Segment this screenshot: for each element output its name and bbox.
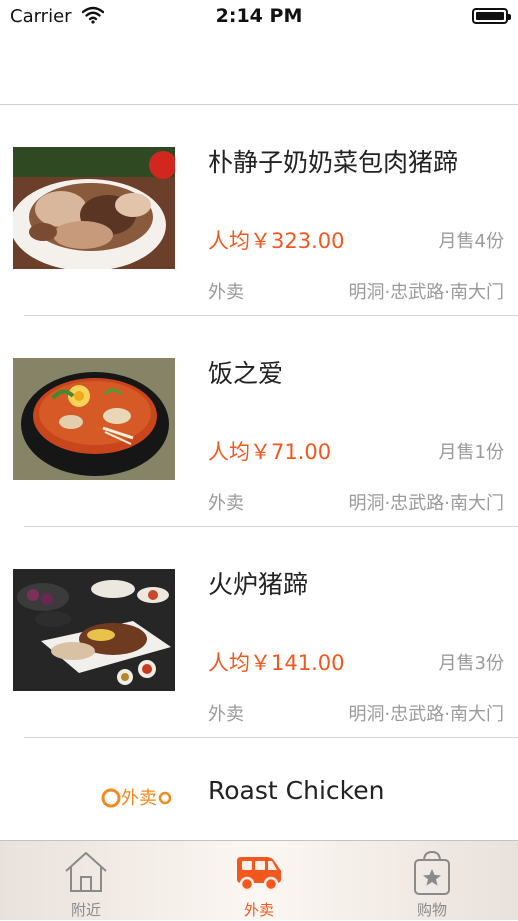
average-price: 人均￥71.00 xyxy=(208,440,332,464)
restaurant-area: 明洞·忠武路·南大门 xyxy=(348,493,504,514)
battery-icon xyxy=(472,8,511,24)
restaurant-name: Roast Chicken xyxy=(208,776,385,805)
restaurant-row[interactable]: 朴静子奶奶菜包肉猪蹄 人均￥323.00 月售4份 外卖 明洞·忠武路·南大门 xyxy=(0,105,518,316)
service-type: 外卖 xyxy=(208,493,244,514)
tab-shopping[interactable]: 购物 xyxy=(346,841,518,921)
navigation-bar xyxy=(0,34,518,105)
status-time: 2:14 PM xyxy=(215,5,303,27)
status-bar: Carrier 2:14 PM xyxy=(0,0,518,34)
average-price: 人均￥141.00 xyxy=(208,651,345,675)
bbq-platter-photo xyxy=(13,569,175,691)
monthly-sales: 月售4份 xyxy=(438,231,504,252)
restaurant-row[interactable]: 外卖 Roast Chicken xyxy=(0,738,518,840)
restaurant-list[interactable]: 朴静子奶奶菜包肉猪蹄 人均￥323.00 月售4份 外卖 明洞·忠武路·南大门 xyxy=(0,105,518,840)
restaurant-row[interactable]: 饭之爱 人均￥71.00 月售1份 外卖 明洞·忠武路·南大门 xyxy=(0,316,518,527)
tab-label: 购物 xyxy=(416,901,447,919)
restaurant-name: 朴静子奶奶菜包肉猪蹄 xyxy=(208,148,459,177)
tab-bar: 附近 外卖 购物 xyxy=(0,840,518,920)
delivery-van-icon xyxy=(234,849,284,899)
pork-feet-dish-photo xyxy=(13,147,175,269)
average-price: 人均￥323.00 xyxy=(208,229,345,253)
tab-label: 附近 xyxy=(70,901,101,919)
restaurant-row[interactable]: 火炉猪蹄 人均￥141.00 月售3份 外卖 明洞·忠武路·南大门 xyxy=(0,527,518,738)
monthly-sales: 月售3份 xyxy=(438,653,504,674)
restaurant-area: 明洞·忠武路·南大门 xyxy=(348,704,504,725)
service-type: 外卖 xyxy=(208,704,244,725)
delivery-badge-text: 外卖 xyxy=(121,788,157,809)
house-icon xyxy=(62,849,110,899)
roast-chicken-photo: 外卖 xyxy=(13,780,175,840)
monthly-sales: 月售1份 xyxy=(438,442,504,463)
restaurant-name: 火炉猪蹄 xyxy=(208,570,309,599)
shopping-bag-star-icon xyxy=(411,849,453,901)
restaurant-name: 饭之爱 xyxy=(208,359,284,388)
tab-nearby[interactable]: 附近 xyxy=(0,841,172,921)
tab-takeout[interactable]: 外卖 xyxy=(173,841,345,921)
stew-bowl-photo xyxy=(13,358,175,480)
service-type: 外卖 xyxy=(208,282,244,303)
tab-label: 外卖 xyxy=(243,901,274,919)
restaurant-area: 明洞·忠武路·南大门 xyxy=(348,282,504,303)
